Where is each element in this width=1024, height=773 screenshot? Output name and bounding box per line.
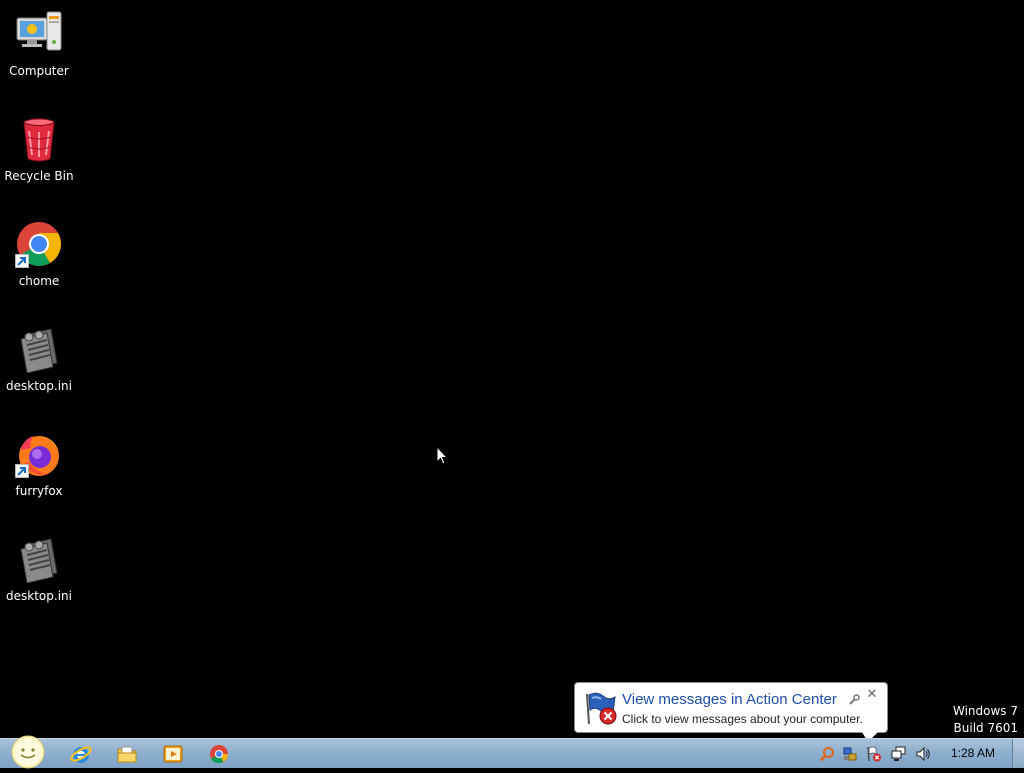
network-settings-icon[interactable] bbox=[842, 746, 858, 762]
desktop-icon-chrome[interactable]: chome bbox=[4, 214, 74, 310]
start-button[interactable] bbox=[8, 735, 48, 769]
taskbar: 1:28 AM bbox=[0, 735, 1024, 769]
mouse-cursor-icon bbox=[436, 446, 448, 465]
internet-explorer-icon bbox=[70, 746, 92, 763]
action-center-flag-icon bbox=[583, 690, 619, 726]
desktop-icon-label: chome bbox=[18, 274, 60, 288]
desktop-icon-label: desktop.ini bbox=[6, 379, 72, 393]
settings-file-icon bbox=[15, 535, 63, 584]
notification-title[interactable]: View messages in Action Center bbox=[622, 691, 837, 709]
network-icon[interactable] bbox=[891, 746, 907, 762]
start-orb-icon bbox=[11, 735, 45, 769]
watermark-build: Build 7601 bbox=[953, 721, 1018, 735]
desktop-icon-computer[interactable]: Computer bbox=[4, 4, 74, 100]
desktop-icon-label: Computer bbox=[9, 64, 69, 78]
settings-file-icon bbox=[15, 325, 63, 374]
firefox-shortcut-icon bbox=[15, 430, 63, 478]
desktop-icon-furryfox[interactable]: furryfox bbox=[4, 424, 74, 520]
desktop-icon-desktop-ini[interactable]: desktop.ini bbox=[4, 319, 74, 415]
recycle-bin-icon bbox=[15, 115, 63, 163]
wrench-icon[interactable] bbox=[848, 691, 860, 705]
taskbar-item-windows-explorer[interactable] bbox=[115, 742, 139, 766]
taskbar-clock[interactable]: 1:28 AM bbox=[935, 739, 1011, 768]
media-player-icon bbox=[163, 745, 183, 763]
chrome-icon bbox=[210, 745, 228, 764]
computer-icon bbox=[15, 10, 63, 58]
folder-icon bbox=[117, 746, 137, 763]
chrome-shortcut-icon bbox=[15, 220, 63, 268]
action-center-flag-icon[interactable] bbox=[866, 746, 882, 762]
taskbar-item-chrome[interactable] bbox=[207, 742, 231, 766]
shortcut-arrow-icon bbox=[15, 464, 29, 478]
desktop-icon-desktop-ini[interactable]: desktop.ini bbox=[4, 529, 74, 625]
taskbar-item-media-player[interactable] bbox=[161, 742, 185, 766]
notification-text: Click to view messages about your comput… bbox=[622, 712, 863, 726]
volume-icon[interactable] bbox=[915, 746, 931, 762]
desktop-icon-label: desktop.ini bbox=[6, 589, 72, 603]
taskbar-item-internet-explorer[interactable] bbox=[69, 742, 93, 766]
desktop-icon-label: Recycle Bin bbox=[4, 169, 74, 183]
show-desktop-button[interactable] bbox=[1012, 739, 1024, 768]
desktop[interactable]: Computer Recycle Bin chome desktop.ini f… bbox=[0, 0, 1024, 738]
search-icon[interactable] bbox=[819, 746, 835, 762]
desktop-icon-label: furryfox bbox=[15, 484, 63, 498]
desktop-icon-recycle-bin[interactable]: Recycle Bin bbox=[4, 109, 74, 205]
shortcut-arrow-icon bbox=[15, 254, 29, 268]
close-icon[interactable]: ✕ bbox=[865, 688, 879, 702]
watermark-os-name: Windows 7 bbox=[952, 704, 1018, 718]
windows-build-watermark: Windows 7 Build 7601 bbox=[953, 703, 1018, 737]
action-center-notification[interactable]: View messages in Action Center Click to … bbox=[574, 682, 888, 733]
